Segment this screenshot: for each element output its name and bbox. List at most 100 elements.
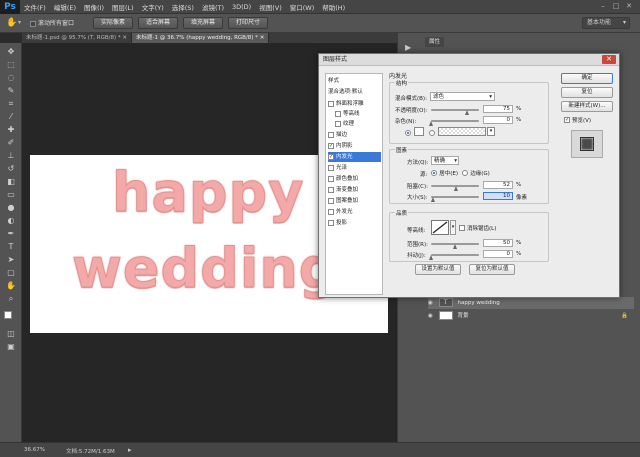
menu-view[interactable]: 视图(V): [255, 2, 286, 12]
menu-window[interactable]: 窗口(W): [286, 2, 319, 12]
eraser-tool-icon[interactable]: ◧: [4, 177, 18, 187]
checkbox-checked-icon[interactable]: ✓: [328, 153, 334, 160]
style-item-color-overlay[interactable]: 颜色叠加: [328, 174, 381, 184]
new-style-button[interactable]: 新建样式(W)...: [561, 101, 613, 112]
gradient-radio[interactable]: [429, 129, 435, 137]
type-tool-icon[interactable]: T: [4, 242, 18, 252]
style-item-stroke[interactable]: 描边: [328, 130, 381, 140]
layer-row[interactable]: ◉ T happy wedding: [428, 297, 634, 309]
history-brush-tool-icon[interactable]: ↺: [4, 164, 18, 174]
dialog-title-bar[interactable]: 图层样式: [319, 54, 619, 66]
ok-button[interactable]: 确定: [561, 73, 613, 84]
noise-slider[interactable]: [431, 120, 479, 122]
move-tool-icon[interactable]: ✥: [4, 47, 18, 57]
eye-icon[interactable]: ◉: [428, 310, 434, 322]
set-default-button[interactable]: 设置为默认值: [415, 264, 461, 275]
menu-help[interactable]: 帮助(H): [318, 2, 349, 12]
gradient-tool-icon[interactable]: ▭: [4, 190, 18, 200]
close-icon[interactable]: ✕: [122, 35, 127, 41]
style-item-outer-glow[interactable]: 外发光: [328, 207, 381, 217]
source-edge-radio[interactable]: 边缘(G): [462, 169, 490, 177]
gradient-picker[interactable]: [438, 127, 486, 136]
range-input[interactable]: 50: [483, 239, 513, 247]
styles-header[interactable]: 样式: [328, 76, 381, 86]
close-icon[interactable]: ✕: [602, 55, 616, 64]
eye-icon[interactable]: ◉: [428, 297, 434, 309]
style-item-bevel[interactable]: 斜面和浮雕: [328, 99, 381, 109]
doc-tab-active[interactable]: 未标题-1 @ 36.7% (happy wedding, RGB/8) * ✕: [132, 33, 270, 43]
checkbox-icon[interactable]: [335, 120, 341, 127]
style-item-drop-shadow[interactable]: 投影: [328, 218, 381, 228]
chevron-down-icon[interactable]: ▾: [487, 127, 495, 136]
doc-tab[interactable]: 未标题-1.psd @ 95.7% (T, RGB/8) * ✕: [22, 33, 133, 43]
style-item-satin[interactable]: 光泽: [328, 163, 381, 173]
preview-checkbox[interactable]: ✓ 预览(V): [564, 116, 591, 124]
choke-slider[interactable]: [431, 185, 479, 187]
clone-stamp-tool-icon[interactable]: ⊥: [4, 151, 18, 161]
reset-button[interactable]: 复位: [561, 87, 613, 98]
zoom-level[interactable]: 36.67%: [24, 447, 45, 453]
tab-properties[interactable]: 属性: [425, 37, 445, 47]
eyedropper-tool-icon[interactable]: ⁄: [4, 112, 18, 122]
checkbox-icon[interactable]: [328, 208, 334, 215]
menu-edit[interactable]: 编辑(E): [50, 2, 80, 12]
menu-file[interactable]: 文件(F): [20, 2, 50, 12]
quick-mask-icon[interactable]: ◫: [4, 329, 18, 339]
style-item-gradient-overlay[interactable]: 渐变叠加: [328, 185, 381, 195]
quick-select-tool-icon[interactable]: ✎: [4, 86, 18, 96]
chevron-down-icon[interactable]: ▾: [450, 220, 456, 235]
checkbox-icon[interactable]: [328, 100, 334, 107]
chevron-down-icon[interactable]: ▾: [18, 19, 21, 26]
healing-brush-tool-icon[interactable]: ✚: [4, 125, 18, 135]
blend-mode-select[interactable]: 滤色 ▾: [430, 92, 495, 101]
checkbox-icon[interactable]: [328, 175, 334, 182]
fit-screen-button[interactable]: 适合屏幕: [138, 17, 178, 29]
jitter-slider[interactable]: [431, 254, 479, 256]
fill-screen-button[interactable]: 填充屏幕: [183, 17, 223, 29]
checkbox-icon[interactable]: [328, 131, 334, 138]
checkbox-icon[interactable]: [335, 110, 341, 117]
foreground-color-swatch[interactable]: [4, 311, 12, 319]
menu-type[interactable]: 文字(Y): [138, 2, 168, 12]
checkbox-icon[interactable]: [328, 164, 334, 171]
choke-input[interactable]: 52: [483, 181, 513, 189]
dodge-tool-icon[interactable]: ◐: [4, 216, 18, 226]
actual-pixels-button[interactable]: 实际像素: [93, 17, 133, 29]
shape-tool-icon[interactable]: ▢: [4, 268, 18, 278]
style-item-texture[interactable]: 纹理: [335, 119, 388, 129]
marquee-tool-icon[interactable]: ⬚: [4, 60, 18, 70]
close-icon[interactable]: ✕: [260, 35, 265, 41]
opacity-input[interactable]: 75: [483, 105, 513, 113]
color-radio[interactable]: [405, 129, 411, 137]
style-item-contour[interactable]: 等高线: [335, 109, 388, 119]
play-icon[interactable]: ▶: [405, 43, 411, 52]
menu-image[interactable]: 图像(I): [80, 2, 108, 12]
opacity-slider[interactable]: [431, 109, 479, 111]
checkbox-icon[interactable]: [328, 186, 334, 193]
crop-tool-icon[interactable]: ⌗: [4, 99, 18, 109]
hand-tool-icon[interactable]: ✋: [4, 281, 18, 291]
menu-filter[interactable]: 滤镜(T): [198, 2, 228, 12]
glow-color-swatch[interactable]: [414, 127, 424, 136]
noise-input[interactable]: 0: [483, 116, 513, 124]
screen-mode-icon[interactable]: ▣: [4, 342, 18, 352]
minimize-icon[interactable]: –: [598, 2, 608, 11]
contour-picker[interactable]: [431, 220, 449, 235]
path-select-tool-icon[interactable]: ➤: [4, 255, 18, 265]
source-center-radio[interactable]: 居中(E): [431, 169, 458, 177]
style-item-inner-shadow[interactable]: ✓ 内阴影: [328, 141, 381, 151]
workspace-switcher[interactable]: 基本功能 ▾: [582, 17, 630, 29]
menu-select[interactable]: 选择(S): [168, 2, 198, 12]
reset-default-button[interactable]: 复位为默认值: [469, 264, 515, 275]
maximize-icon[interactable]: □: [611, 2, 621, 11]
checkbox-icon[interactable]: [328, 197, 334, 204]
style-item-inner-glow[interactable]: ✓ 内发光: [328, 152, 381, 162]
menu-3d[interactable]: 3D(D): [228, 3, 255, 11]
checkbox-checked-icon[interactable]: ✓: [328, 142, 334, 149]
jitter-input[interactable]: 0: [483, 250, 513, 258]
lasso-tool-icon[interactable]: ◌: [4, 73, 18, 83]
scroll-all-windows-checkbox[interactable]: 滚动所有窗口: [30, 18, 74, 27]
chevron-right-icon[interactable]: ▸: [128, 446, 132, 454]
style-item-pattern-overlay[interactable]: 图案叠加: [328, 196, 381, 206]
zoom-tool-icon[interactable]: ⌕: [4, 294, 18, 304]
